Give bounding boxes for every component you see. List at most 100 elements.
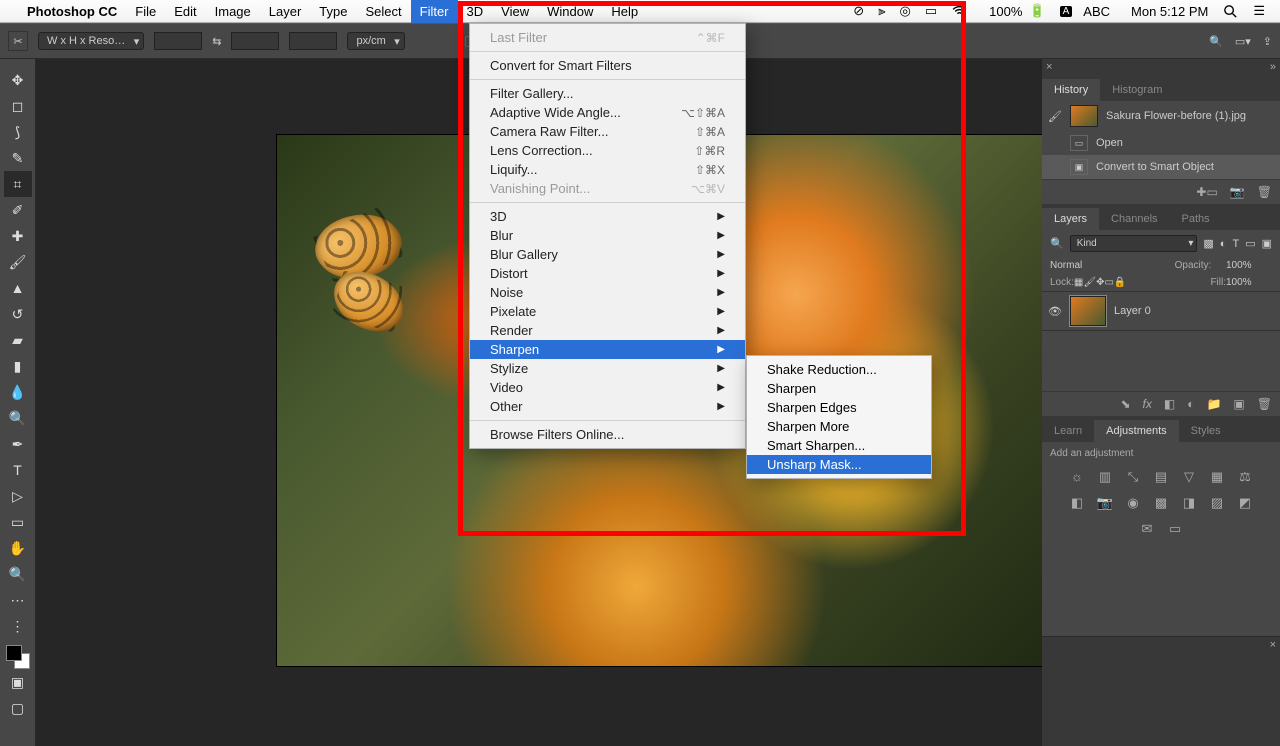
marquee-tool[interactable]: ◻ bbox=[4, 93, 32, 119]
fill-field[interactable]: 100% bbox=[1226, 277, 1272, 288]
lock-all-icon[interactable]: 🔒 bbox=[1114, 277, 1126, 288]
menu-file[interactable]: File bbox=[126, 0, 165, 23]
lock-transparency-icon[interactable]: ▦ bbox=[1074, 277, 1083, 288]
menu-item-adaptive-wide-angle[interactable]: Adaptive Wide Angle...⌥⇧⌘A bbox=[470, 103, 745, 122]
search-icon[interactable]: 🔍 bbox=[1209, 35, 1223, 48]
type-tool[interactable]: T bbox=[4, 457, 32, 483]
swap-dimensions-icon[interactable]: ⇆ bbox=[212, 35, 221, 48]
menu-item-convert-smart-filters[interactable]: Convert for Smart Filters bbox=[470, 56, 745, 75]
status-do-not-disturb-icon[interactable]: ⊘ bbox=[846, 3, 871, 19]
menu-item-filter-gallery[interactable]: Filter Gallery... bbox=[470, 84, 745, 103]
adj-channel-mixer-icon[interactable]: ◉ bbox=[1124, 495, 1142, 511]
history-brush-tool[interactable]: ↺ bbox=[4, 301, 32, 327]
menu-item-blur-gallery[interactable]: Blur Gallery▶ bbox=[470, 245, 745, 264]
path-select-tool[interactable]: ▷ bbox=[4, 483, 32, 509]
menu-item-blur[interactable]: Blur▶ bbox=[470, 226, 745, 245]
tab-learn[interactable]: Learn bbox=[1042, 420, 1094, 442]
brush-tool[interactable]: 🖌 bbox=[4, 249, 32, 275]
submenu-item-sharpen[interactable]: Sharpen bbox=[747, 379, 931, 398]
color-swatches[interactable] bbox=[6, 645, 30, 669]
create-document-from-state-icon[interactable]: ✚▭ bbox=[1196, 185, 1217, 199]
gradient-tool[interactable]: ▮ bbox=[4, 353, 32, 379]
status-notifications-icon[interactable]: ☰ bbox=[1246, 3, 1272, 19]
edit-toolbar[interactable]: ⋮ bbox=[4, 613, 32, 639]
menu-filter[interactable]: Filter bbox=[411, 0, 458, 23]
status-wifi-icon[interactable] bbox=[944, 3, 975, 20]
new-snapshot-icon[interactable]: 📷 bbox=[1230, 185, 1245, 199]
adj-invert-icon[interactable]: ◨ bbox=[1180, 495, 1198, 511]
panel-collapse-icon[interactable]: » bbox=[1270, 61, 1276, 73]
history-step-convert-smart-object[interactable]: ▣ Convert to Smart Object bbox=[1042, 155, 1280, 179]
panel-close-icon[interactable]: × bbox=[1046, 61, 1052, 73]
app-name[interactable]: Photoshop CC bbox=[18, 0, 126, 23]
crop-tool[interactable]: ⌗ bbox=[4, 171, 32, 197]
menu-edit[interactable]: Edit bbox=[165, 0, 205, 23]
adj-brightness-icon[interactable]: ☼ bbox=[1068, 469, 1086, 485]
dodge-tool[interactable]: 🔍 bbox=[4, 405, 32, 431]
tab-adjustments[interactable]: Adjustments bbox=[1094, 420, 1179, 442]
lock-position-icon[interactable]: ✥ bbox=[1096, 277, 1104, 288]
status-creative-cloud-icon[interactable]: ◎ bbox=[893, 3, 918, 19]
layer-thumbnail[interactable] bbox=[1070, 296, 1106, 326]
rectangle-tool[interactable]: ▭ bbox=[4, 509, 32, 535]
filter-pixel-icon[interactable]: ▩ bbox=[1203, 237, 1213, 250]
history-document-snapshot[interactable]: 🖌 Sakura Flower-before (1).jpg bbox=[1042, 101, 1280, 131]
submenu-item-sharpen-edges[interactable]: Sharpen Edges bbox=[747, 398, 931, 417]
menu-item-sharpen[interactable]: Sharpen▶ bbox=[470, 340, 745, 359]
adj-levels-icon[interactable]: ▥ bbox=[1096, 469, 1114, 485]
adj-exposure-icon[interactable]: ▤ bbox=[1152, 469, 1170, 485]
tab-histogram[interactable]: Histogram bbox=[1100, 79, 1174, 101]
filter-smart-icon[interactable]: ▣ bbox=[1262, 237, 1272, 250]
menu-item-distort[interactable]: Distort▶ bbox=[470, 264, 745, 283]
zoom-tool[interactable]: 🔍 bbox=[4, 561, 32, 587]
menu-view[interactable]: View bbox=[492, 0, 538, 23]
share-icon[interactable]: ⇪ bbox=[1263, 35, 1272, 48]
menu-item-video[interactable]: Video▶ bbox=[470, 378, 745, 397]
status-spotlight-icon[interactable] bbox=[1215, 3, 1246, 20]
more-tools[interactable]: ⋯ bbox=[4, 587, 32, 613]
tab-paths[interactable]: Paths bbox=[1170, 208, 1222, 230]
submenu-item-unsharp-mask[interactable]: Unsharp Mask... bbox=[747, 455, 931, 474]
lock-artboard-icon[interactable]: ▭ bbox=[1104, 277, 1113, 288]
layer-item-layer0[interactable]: 👁 Layer 0 bbox=[1042, 291, 1280, 331]
menu-type[interactable]: Type bbox=[310, 0, 356, 23]
menu-item-camera-raw-filter[interactable]: Camera Raw Filter...⇧⌘A bbox=[470, 122, 745, 141]
menu-item-render[interactable]: Render▶ bbox=[470, 321, 745, 340]
filter-adjustment-icon[interactable]: ◐ bbox=[1220, 238, 1227, 250]
crop-tool-icon[interactable]: ✂ bbox=[8, 31, 28, 51]
adjustment-layer-icon[interactable]: ◐ bbox=[1187, 397, 1194, 411]
menu-item-pixelate[interactable]: Pixelate▶ bbox=[470, 302, 745, 321]
move-tool[interactable]: ✥ bbox=[4, 67, 32, 93]
adj-photo-filter-icon[interactable]: 📷 bbox=[1096, 495, 1114, 511]
adj-curves-icon[interactable]: ⤡ bbox=[1124, 469, 1142, 485]
submenu-item-smart-sharpen[interactable]: Smart Sharpen... bbox=[747, 436, 931, 455]
status-clock[interactable]: Mon 5:12 PM bbox=[1124, 4, 1215, 19]
layer-mask-icon[interactable]: ◧ bbox=[1164, 397, 1175, 411]
layer-group-icon[interactable]: 📁 bbox=[1206, 397, 1221, 411]
hand-tool[interactable]: ✋ bbox=[4, 535, 32, 561]
blur-tool[interactable]: 💧 bbox=[4, 379, 32, 405]
bottom-panel-close-icon[interactable]: × bbox=[1270, 639, 1276, 651]
menu-item-browse-filters-online[interactable]: Browse Filters Online... bbox=[470, 425, 745, 444]
menu-item-liquify[interactable]: Liquify...⇧⌘X bbox=[470, 160, 745, 179]
menu-window[interactable]: Window bbox=[538, 0, 602, 23]
screen-mode-toggle[interactable]: ▢ bbox=[4, 695, 32, 721]
menu-help[interactable]: Help bbox=[602, 0, 647, 23]
menu-image[interactable]: Image bbox=[206, 0, 260, 23]
layer-name[interactable]: Layer 0 bbox=[1114, 305, 1151, 317]
blend-mode-dropdown[interactable]: Normal bbox=[1050, 260, 1160, 271]
adj-bw-icon[interactable]: ◧ bbox=[1068, 495, 1086, 511]
menu-item-3d[interactable]: 3D▶ bbox=[470, 207, 745, 226]
adj-selective-color-icon[interactable]: ✉ bbox=[1138, 521, 1156, 537]
pen-tool[interactable]: ✒ bbox=[4, 431, 32, 457]
layer-style-icon[interactable]: fx bbox=[1143, 397, 1152, 411]
healing-brush-tool[interactable]: ✚ bbox=[4, 223, 32, 249]
filter-type-icon[interactable]: T bbox=[1232, 238, 1239, 250]
layer-visibility-icon[interactable]: 👁 bbox=[1048, 305, 1062, 318]
delete-state-icon[interactable]: 🗑 bbox=[1257, 185, 1272, 199]
lock-pixels-icon[interactable]: 🖌 bbox=[1083, 277, 1096, 288]
adj-vibrance-icon[interactable]: ▽ bbox=[1180, 469, 1198, 485]
status-dropbox-icon[interactable]: ⫸ bbox=[871, 3, 892, 19]
adj-color-balance-icon[interactable]: ⚖ bbox=[1236, 469, 1254, 485]
quick-select-tool[interactable]: ✎ bbox=[4, 145, 32, 171]
